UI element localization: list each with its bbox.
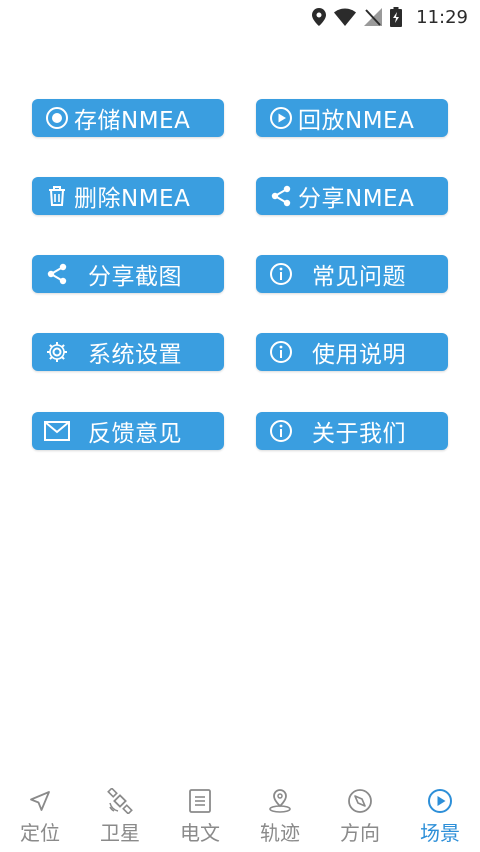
location-icon	[312, 8, 327, 26]
gear-icon	[44, 339, 70, 365]
nav-item-direction[interactable]: 方向	[320, 787, 400, 846]
mail-icon	[44, 418, 70, 444]
about-button[interactable]: 关于我们	[256, 412, 448, 450]
info-icon	[268, 261, 294, 287]
share-nmea-label: 分享NMEA	[298, 186, 415, 212]
nav-item-label: 电文	[180, 820, 220, 845]
satellite-icon	[107, 787, 133, 815]
location-pin-icon	[267, 787, 293, 815]
share-screenshot-label: 分享截图	[88, 264, 182, 290]
record-icon	[44, 105, 70, 131]
instructions-button[interactable]: 使用说明	[256, 333, 448, 371]
replay-nmea-button[interactable]: 回放NMEA	[256, 99, 448, 137]
share-icon	[268, 183, 294, 209]
nav-item-label: 轨迹	[260, 820, 300, 845]
wifi-icon	[334, 8, 357, 26]
delete-nmea-label: 删除NMEA	[74, 186, 191, 212]
faq-button[interactable]: 常见问题	[256, 255, 448, 293]
faq-label: 常见问题	[312, 264, 406, 290]
nav-item-track[interactable]: 轨迹	[240, 787, 320, 846]
nav-item-satellite[interactable]: 卫星	[80, 787, 160, 846]
info-icon	[268, 418, 294, 444]
nav-item-location[interactable]: 定位	[0, 787, 80, 846]
nav-item-label: 定位	[20, 820, 60, 845]
settings-button[interactable]: 系统设置	[32, 333, 224, 371]
save-nmea-button[interactable]: 存储NMEA	[32, 99, 224, 137]
feedback-button[interactable]: 反馈意见	[32, 412, 224, 450]
play-circle-icon	[427, 787, 453, 815]
settings-label: 系统设置	[88, 342, 182, 368]
compass-icon	[347, 787, 373, 815]
no-signal-icon	[364, 8, 383, 26]
battery-charging-icon	[390, 7, 403, 27]
info-icon	[268, 339, 294, 365]
document-list-icon	[189, 787, 211, 815]
nav-item-label: 方向	[340, 820, 380, 845]
nav-item-label: 场景	[420, 820, 460, 845]
status-bar: 11:29	[0, 0, 480, 34]
share-nmea-button[interactable]: 分享NMEA	[256, 177, 448, 215]
nav-item-messages[interactable]: 电文	[160, 787, 240, 846]
status-time: 11:29	[416, 6, 468, 28]
instructions-label: 使用说明	[312, 342, 406, 368]
about-label: 关于我们	[312, 421, 406, 447]
nav-item-scene[interactable]: 场景	[400, 787, 480, 846]
save-nmea-label: 存储NMEA	[74, 108, 191, 134]
trash-icon	[44, 183, 70, 209]
play-circle-icon	[268, 105, 294, 131]
bottom-nav: 定位 卫星 电文 轨迹 方向 场景	[0, 780, 480, 852]
replay-nmea-label: 回放NMEA	[298, 108, 415, 134]
feedback-label: 反馈意见	[88, 421, 182, 447]
nav-item-label: 卫星	[100, 820, 140, 845]
delete-nmea-button[interactable]: 删除NMEA	[32, 177, 224, 215]
navigation-arrow-icon	[28, 787, 52, 815]
share-screenshot-button[interactable]: 分享截图	[32, 255, 224, 293]
share-icon	[44, 261, 70, 287]
